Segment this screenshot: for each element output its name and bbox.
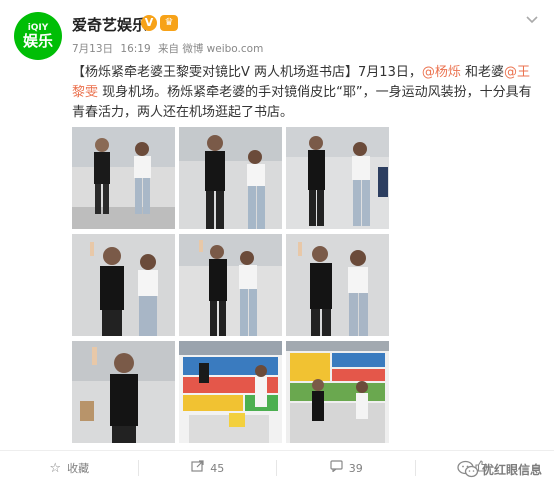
account-name[interactable]: 爱奇艺娱乐 <box>72 14 147 35</box>
post-text-part: 和老婆 <box>460 65 504 80</box>
photo-thumbnail[interactable] <box>72 234 175 336</box>
favorite-button[interactable]: ☆ 收藏 <box>0 451 139 485</box>
repost-icon <box>191 460 204 476</box>
weibo-post-card: iQIY 娱乐 爱奇艺娱乐 V ♛ 7月13日 16:19 来自 微博 weib… <box>0 0 554 485</box>
photo-thumbnail[interactable] <box>286 234 389 336</box>
verified-badge-icon: V <box>141 15 157 31</box>
repost-count: 45 <box>210 461 225 475</box>
photo-thumbnail[interactable] <box>72 341 175 443</box>
watermark: 优红眼信息 <box>457 457 542 481</box>
post-source: 来自 微博 weibo.com <box>158 43 264 55</box>
comment-button[interactable]: 39 <box>277 451 416 485</box>
post-time[interactable]: 16:19 <box>120 43 150 55</box>
chevron-down-icon[interactable] <box>524 12 540 28</box>
favorite-label: 收藏 <box>67 462 90 475</box>
watermark-text: 优红眼信息 <box>481 462 542 477</box>
member-crown-icon: ♛ <box>160 15 178 31</box>
photo-thumbnail[interactable] <box>286 341 389 443</box>
photo-thumbnail[interactable] <box>179 127 282 229</box>
post-text-part: 【杨烁紧牵老婆王黎雯对镜比V 两人机场逛书店】7月13日， <box>72 65 422 80</box>
post-text-part: 现身机场。杨烁紧牵老婆的手对镜俏皮比“耶”，一身运动风装扮，十分具有青春活力，两… <box>72 85 532 120</box>
avatar-logo-text: iQIY <box>27 22 49 33</box>
photo-thumbnail[interactable] <box>72 127 175 229</box>
photo-thumbnail[interactable] <box>179 341 282 443</box>
comment-count: 39 <box>348 461 363 475</box>
post-date[interactable]: 7月13日 <box>72 43 113 55</box>
photo-thumbnail[interactable] <box>179 234 282 336</box>
star-icon: ☆ <box>49 460 62 476</box>
post-text: 【杨烁紧牵老婆王黎雯对镜比V 两人机场逛书店】7月13日，@杨烁 和老婆@王黎雯… <box>72 63 542 123</box>
photo-grid <box>72 127 390 443</box>
avatar-logo-text-cn: 娱乐 <box>22 31 53 50</box>
wechat-icon <box>457 460 479 478</box>
repost-button[interactable]: 45 <box>139 451 277 485</box>
comment-icon <box>330 460 343 476</box>
mention-link[interactable]: @杨烁 <box>422 65 461 80</box>
avatar[interactable]: iQIY 娱乐 <box>14 12 62 60</box>
post-meta: 7月13日 16:19 来自 微博 weibo.com <box>72 41 267 56</box>
photo-thumbnail[interactable] <box>286 127 389 229</box>
